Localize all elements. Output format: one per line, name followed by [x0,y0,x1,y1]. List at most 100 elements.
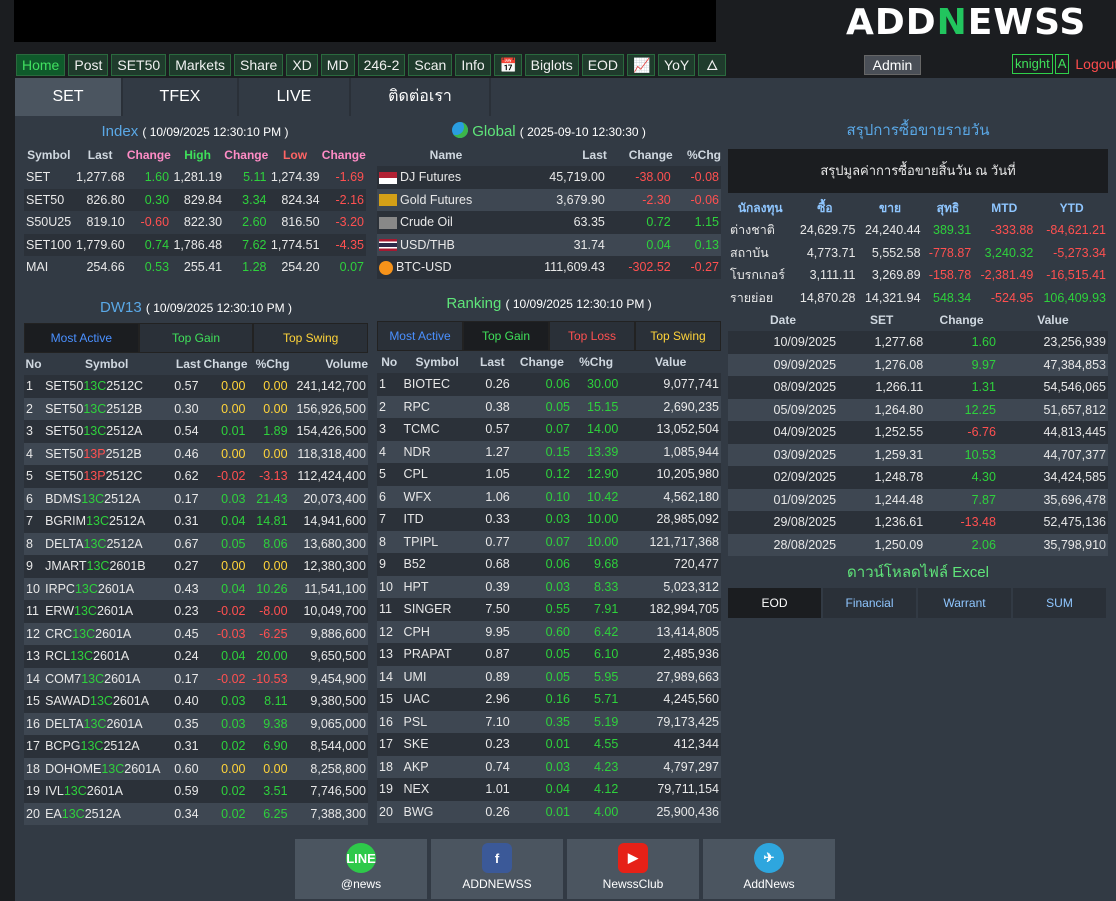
nav-md[interactable]: MD [320,54,355,76]
ranking-row[interactable]: 8 TPIPL 0.77 0.07 10.00 121,717,368 [377,530,721,553]
ranking-row[interactable]: 4 NDR 1.27 0.15 13.39 1,085,944 [377,440,721,463]
dw-row[interactable]: 7 BGRIM13C2512A 0.31 0.04 14.81 14,941,600 [24,510,368,533]
admin-button[interactable]: Admin [864,55,921,75]
ranking-row[interactable]: 13 PRAPAT 0.87 0.05 6.10 2,485,936 [377,643,721,666]
nav-markets[interactable]: Markets [169,54,231,76]
dw-row[interactable]: 17 BCPG13C2512A 0.31 0.02 6.90 8,544,000 [24,735,368,758]
ranking-row[interactable]: 6 WFX 1.06 0.10 10.42 4,562,180 [377,485,721,508]
dw-row[interactable]: 18 DOHOME13C2601A 0.60 0.00 0.00 8,258,800 [24,757,368,780]
history-row[interactable]: 05/09/2025 1,264.80 12.25 51,657,812 [728,398,1108,421]
dw-row[interactable]: 2 SET5013C2512B 0.30 0.00 0.00 156,926,500 [24,397,368,420]
summary-row[interactable]: รายย่อย 14,870.28 14,321.94 548.34 -524.95 10… [728,287,1108,310]
ranking-row[interactable]: 19 NEX 1.01 0.04 4.12 79,711,154 [377,778,721,801]
history-row[interactable]: 08/09/2025 1,266.11 1.31 54,546,065 [728,376,1108,399]
nav-xd[interactable]: XD [286,54,318,76]
nav-biglots[interactable]: Biglots [524,54,579,76]
ranking-row[interactable]: 5 CPL 1.05 0.12 12.90 10,205,980 [377,463,721,486]
global-row[interactable]: DJ Futures 45,719.00 -38.00 -0.08 [377,166,721,189]
download-tab-warrant[interactable]: Warrant [918,588,1013,618]
nav-246-2[interactable]: 246-2 [357,54,406,76]
ranking-row[interactable]: 11 SINGER 7.50 0.55 7.91 182,994,705 [377,598,721,621]
dw-row[interactable]: 10 IRPC13C2601A 0.43 0.04 10.26 11,541,100 [24,577,368,600]
social-youtube-button[interactable]: ▶ NewssClub [567,839,699,899]
index-row[interactable]: MAI 254.66 0.53 255.41 1.28 254.20 0.07 [24,256,366,279]
index-row[interactable]: SET100 1,779.60 0.74 1,786.48 7.62 1,774.51 -4… [24,233,366,256]
history-row[interactable]: 28/08/2025 1,250.09 2.06 35,798,910 [728,533,1108,556]
nav-icon-10[interactable]: 📅 [493,54,522,76]
index-row[interactable]: SET50 826.80 0.30 829.84 3.34 824.34 -2.16 [24,188,366,211]
dw-tab-1[interactable]: Top Gain [138,323,254,353]
ranking-row[interactable]: 15 UAC 2.96 0.16 5.71 4,245,560 [377,688,721,711]
tab-1[interactable]: TFEX [123,78,239,116]
history-row[interactable]: 03/09/2025 1,259.31 10.53 44,707,377 [728,443,1108,466]
dw-row[interactable]: 4 SET5013P2512B 0.46 0.00 0.00 118,318,400 [24,442,368,465]
nav-share[interactable]: Share [233,54,284,76]
dw-row[interactable]: 6 BDMS13C2512A 0.17 0.03 21.43 20,073,400 [24,487,368,510]
username-badge[interactable]: knight [1012,54,1053,74]
download-tab-eod[interactable]: EOD [728,588,823,618]
history-row[interactable]: 10/09/2025 1,277.68 1.60 23,256,939 [728,331,1108,354]
ranking-tab-1[interactable]: Top Gain [463,321,549,351]
dw-row[interactable]: 20 EA13C2512A 0.34 0.02 6.25 7,388,300 [24,802,368,825]
dw-row[interactable]: 11 ERW13C2601A 0.23 -0.02 -8.00 10,049,700 [24,600,368,623]
nav-eod[interactable]: EOD [581,54,625,76]
ranking-tab-0[interactable]: Most Active [377,321,463,351]
ranking-tab-2[interactable]: Top Loss [549,321,635,351]
dw-tab-2[interactable]: Top Swing [253,323,369,353]
index-row[interactable]: S50U25 819.10 -0.60 822.30 2.60 816.50 -3.20 [24,211,366,234]
ranking-row[interactable]: 14 UMI 0.89 0.05 5.95 27,989,663 [377,665,721,688]
dw-row[interactable]: 15 SAWAD13C2601A 0.40 0.03 8.11 9,380,500 [24,690,368,713]
history-row[interactable]: 02/09/2025 1,248.78 4.30 34,424,585 [728,466,1108,489]
download-tab-financial[interactable]: Financial [823,588,918,618]
summary-row[interactable]: ต่างชาติ 24,629.75 24,240.44 389.31 -333.88-… [728,219,1108,242]
dw-tab-0[interactable]: Most Active [24,323,139,353]
site-logo[interactable]: ADDNEWSS [846,2,1086,43]
ranking-row[interactable]: 3 TCMC 0.57 0.07 14.00 13,052,504 [377,418,721,441]
dw-row[interactable]: 16 DELTA13C2601A 0.35 0.03 9.38 9,065,000 [24,712,368,735]
dw-row[interactable]: 19 IVL13C2601A 0.59 0.02 3.51 7,746,500 [24,780,368,803]
dw-row[interactable]: 13 RCL13C2601A 0.24 0.04 20.00 9,650,500 [24,645,368,668]
ranking-row[interactable]: 16 PSL 7.10 0.35 5.19 79,173,425 [377,710,721,733]
history-row[interactable]: 04/09/2025 1,252.55 -6.76 44,813,445 [728,421,1108,444]
ranking-row[interactable]: 1 BIOTEC 0.26 0.06 30.00 9,077,741 [377,373,721,396]
ranking-row[interactable]: 9 B52 0.68 0.06 9.68 720,477 [377,553,721,576]
ranking-row[interactable]: 2 RPC 0.38 0.05 15.15 2,690,235 [377,395,721,418]
global-row[interactable]: Gold Futures 3,679.90 -2.30 -0.06 [377,188,721,211]
ranking-row[interactable]: 10 HPT 0.39 0.03 8.33 5,023,312 [377,575,721,598]
social-facebook-button[interactable]: f ADDNEWSS [431,839,563,899]
ranking-row[interactable]: 17 SKE 0.23 0.01 4.55 412,344 [377,733,721,756]
nav-home[interactable]: Home [16,54,66,76]
download-tab-sum[interactable]: SUM [1013,588,1108,618]
ranking-row[interactable]: 7 ITD 0.33 0.03 10.00 28,985,092 [377,508,721,531]
nav-icon-15[interactable]: 🜂 [698,54,727,76]
social-telegram-button[interactable]: ✈ AddNews [703,839,835,899]
ranking-row[interactable]: 18 AKP 0.74 0.03 4.23 4,797,297 [377,755,721,778]
logout-link[interactable]: Logout [1075,56,1116,72]
nav-info[interactable]: Info [455,54,491,76]
ranking-row[interactable]: 12 CPH 9.95 0.60 6.42 13,414,805 [377,620,721,643]
summary-row[interactable]: โบรกเกอร์ 3,111.11 3,269.89 -158.78 -2,381.4… [728,264,1108,287]
summary-row[interactable]: สถาบัน 4,773.71 5,552.58 -778.87 3,240.32 -5,… [728,242,1108,265]
ranking-row[interactable]: 20 BWG 0.26 0.01 4.00 25,900,436 [377,800,721,823]
dw-row[interactable]: 12 CRC13C2601A 0.45 -0.03 -6.25 9,886,600 [24,622,368,645]
history-row[interactable]: 09/09/2025 1,276.08 9.97 47,384,853 [728,353,1108,376]
global-row[interactable]: BTC-USD 111,609.43 -302.52 -0.27 [377,256,721,279]
history-row[interactable]: 01/09/2025 1,244.48 7.87 35,696,478 [728,488,1108,511]
global-row[interactable]: USD/THB 31.74 0.04 0.13 [377,233,721,256]
dw-row[interactable]: 14 COM713C2601A 0.17 -0.02 -10.53 9,454,900 [24,667,368,690]
nav-icon-13[interactable]: 📈 [627,54,656,76]
social-line-button[interactable]: LINE @news [295,839,427,899]
tab-3[interactable]: ติดต่อเรา [351,78,491,116]
global-row[interactable]: Crude Oil 63.35 0.72 1.15 [377,211,721,234]
dw-row[interactable]: 3 SET5013C2512A 0.54 0.01 1.89 154,426,500 [24,420,368,443]
ranking-tab-3[interactable]: Top Swing [635,321,721,351]
dw-row[interactable]: 8 DELTA13C2512A 0.67 0.05 8.06 13,680,300 [24,532,368,555]
nav-yoy[interactable]: YoY [658,54,696,76]
dw-row[interactable]: 5 SET5013P2512C 0.62 -0.02 -3.13 112,424,400 [24,465,368,488]
tab-2[interactable]: LIVE [239,78,351,116]
nav-scan[interactable]: Scan [408,54,453,76]
dw-row[interactable]: 9 JMART13C2601B 0.27 0.00 0.00 12,380,300 [24,555,368,578]
nav-set50[interactable]: SET50 [111,54,167,76]
nav-post[interactable]: Post [68,54,109,76]
index-row[interactable]: SET 1,277.68 1.60 1,281.19 5.11 1,274.39 -1.69 [24,166,366,189]
